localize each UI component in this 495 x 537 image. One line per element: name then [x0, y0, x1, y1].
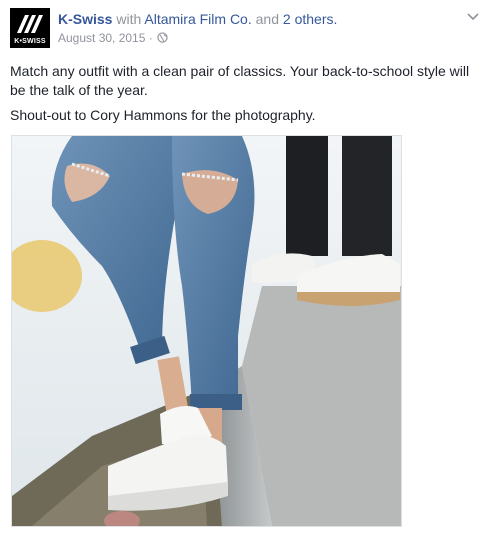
kswiss-logo-icon: [17, 15, 43, 33]
tagged-page-link[interactable]: Altamira Film Co.: [144, 11, 251, 27]
post-message-line: Match any outfit with a clean pair of cl…: [10, 63, 470, 98]
post-message: Match any outfit with a clean pair of cl…: [10, 62, 485, 131]
post-title-line: K-Swiss with Altamira Film Co. and 2 oth…: [58, 10, 337, 28]
post-date[interactable]: August 30, 2015: [58, 31, 145, 45]
post-meta: August 30, 2015 ·: [58, 30, 168, 46]
facebook-post: K•SWISS K-Swiss with Altamira Film Co. a…: [0, 0, 495, 537]
photo-illustration: [12, 136, 401, 526]
globe-icon[interactable]: [157, 32, 168, 43]
author-link[interactable]: K-Swiss: [58, 11, 112, 27]
and-text: and: [255, 11, 279, 27]
post-photo[interactable]: [11, 135, 402, 527]
page-avatar[interactable]: K•SWISS: [10, 8, 50, 48]
post-header: K•SWISS K-Swiss with Altamira Film Co. a…: [10, 8, 480, 50]
chevron-down-icon[interactable]: [466, 12, 480, 22]
avatar-logo-text: K•SWISS: [14, 38, 46, 45]
meta-separator: ·: [148, 31, 153, 45]
post-credit-line: Shout-out to Cory Hammons for the photog…: [10, 107, 316, 123]
others-link[interactable]: 2 others.: [283, 11, 337, 27]
with-text: with: [116, 11, 142, 27]
